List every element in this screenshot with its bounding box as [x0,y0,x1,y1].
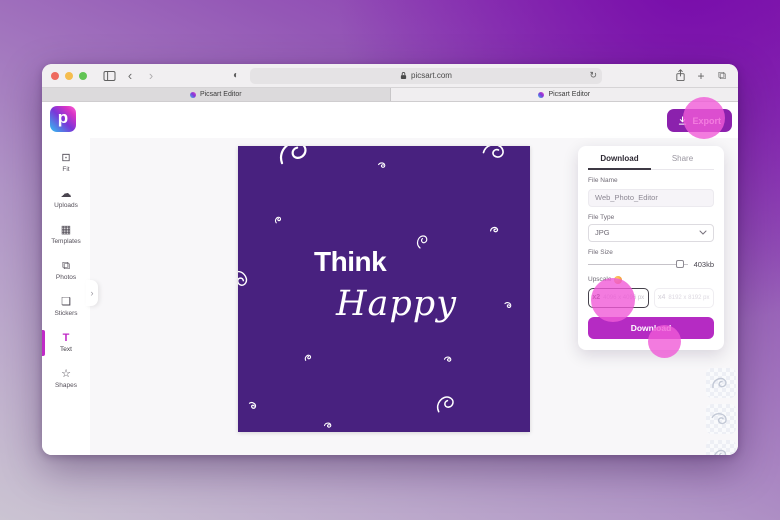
tab-title: Picsart Editor [200,91,242,98]
sidebar-item-label: Shapes [55,382,77,389]
sidebar-expand-handle[interactable]: › [86,280,98,306]
design-canvas[interactable]: Think Happy [238,146,530,432]
file-name-input[interactable] [588,189,714,207]
tool-sidebar: ⊡ Fit ☁ Uploads ▦ Templates ⧉ Photos ❏ S… [42,138,90,455]
sidebar-item-label: Templates [51,238,81,245]
canvas-text-happy: Happy [336,284,457,324]
squiggle-doodle [323,420,334,430]
sidebar-toggle-icon[interactable] [102,69,116,83]
file-type-select[interactable]: JPG [588,224,714,242]
click-highlight-upscale-x2 [591,278,635,322]
export-panel-tabs: Download Share [588,154,714,170]
back-button[interactable]: ‹ [123,69,137,83]
sidebar-item-label: Fit [62,166,69,173]
file-size-label: File Size [588,249,714,256]
sticker-squiggle-icon [709,444,733,455]
sticker-squiggle-icon [711,376,731,391]
file-type-label: File Type [588,214,714,221]
privacy-report-icon[interactable]: ◐ [229,69,243,83]
sidebar-item-shapes[interactable]: ☆ Shapes [42,361,90,397]
squiggle-doodle [432,390,463,416]
tab-overview-icon[interactable]: ⧉ [715,69,729,83]
browser-window: ‹ › ◐ picsart.com ↻ + ⧉ Picsart Editor P… [42,64,738,455]
squiggle-doodle [377,160,388,171]
sidebar-item-label: Text [60,346,72,353]
picsart-logo[interactable]: p [50,106,76,132]
sticker-tile[interactable] [706,404,736,434]
forward-button[interactable]: › [144,69,158,83]
squiggle-doodle [443,354,454,365]
upscale-factor: x4 [658,294,665,301]
sidebar-item-label: Uploads [54,202,78,209]
shapes-icon: ☆ [61,369,71,380]
squiggle-doodle [489,225,501,235]
upscale-dimensions: 8192 x 8192 px [668,295,709,301]
sticker-squiggle-icon [709,407,734,431]
editor-app: p Export ⊡ Fit ☁ Uploads ▦ Templates ⧉ [42,102,738,455]
browser-tab-active[interactable]: Picsart Editor [391,88,739,101]
slider-handle[interactable] [676,260,684,268]
click-highlight-export [683,97,725,139]
browser-tab-bar: Picsart Editor Picsart Editor [42,88,738,102]
click-highlight-download [648,325,681,358]
tab-title: Picsart Editor [548,91,590,98]
squiggle-doodle [303,353,314,363]
file-type-value: JPG [595,228,610,237]
photos-icon: ⧉ [62,261,70,272]
reload-icon[interactable]: ↻ [589,70,597,81]
sidebar-item-label: Photos [56,274,76,281]
file-size-value: 403kb [694,260,714,269]
address-bar[interactable]: picsart.com ↻ [250,68,602,84]
new-tab-icon[interactable]: + [694,69,708,83]
stickers-icon: ❏ [61,297,71,308]
sidebar-item-uploads[interactable]: ☁ Uploads [42,181,90,217]
squiggle-doodle [247,400,258,412]
templates-icon: ▦ [61,225,71,236]
export-panel: Download Share File Name File Type JPG F… [578,146,724,350]
zoom-window-button[interactable] [79,72,87,80]
sidebar-item-stickers[interactable]: ❏ Stickers [42,289,90,325]
squiggle-doodle [503,300,514,311]
editor-top-bar [42,102,738,138]
tab-download[interactable]: Download [588,154,651,170]
canvas-text-think: Think [314,246,386,278]
squiggle-doodle [479,146,513,167]
file-size-slider[interactable] [588,260,688,268]
fit-icon: ⊡ [61,153,70,164]
sidebar-item-fit[interactable]: ⊡ Fit [42,145,90,181]
minimize-window-button[interactable] [65,72,73,80]
close-window-button[interactable] [51,72,59,80]
browser-toolbar: ‹ › ◐ picsart.com ↻ + ⧉ [42,64,738,88]
picsart-favicon [538,92,544,98]
tab-share[interactable]: Share [651,154,714,170]
chevron-down-icon [699,230,707,235]
share-icon[interactable] [673,69,687,83]
browser-tab-inactive[interactable]: Picsart Editor [42,88,391,101]
squiggle-doodle [412,230,434,252]
squiggle-doodle [273,214,284,225]
squiggle-doodle [238,268,251,292]
file-name-label: File Name [588,177,714,184]
lock-icon [400,71,407,80]
picsart-favicon [190,92,196,98]
squiggle-doodle [274,146,319,170]
window-controls [51,72,87,80]
sidebar-item-text[interactable]: T Text [42,325,90,361]
sidebar-item-photos[interactable]: ⧉ Photos [42,253,90,289]
text-icon: T [63,333,70,344]
sticker-tile[interactable] [706,368,736,398]
sidebar-item-templates[interactable]: ▦ Templates [42,217,90,253]
url-text: picsart.com [411,71,452,80]
sticker-tile[interactable] [706,440,736,455]
upscale-option-x4[interactable]: x4 8192 x 8192 px [654,288,715,308]
uploads-icon: ☁ [61,189,72,200]
slider-track [588,264,688,265]
file-size-row: 403kb [588,260,714,269]
sidebar-item-label: Stickers [54,310,77,317]
